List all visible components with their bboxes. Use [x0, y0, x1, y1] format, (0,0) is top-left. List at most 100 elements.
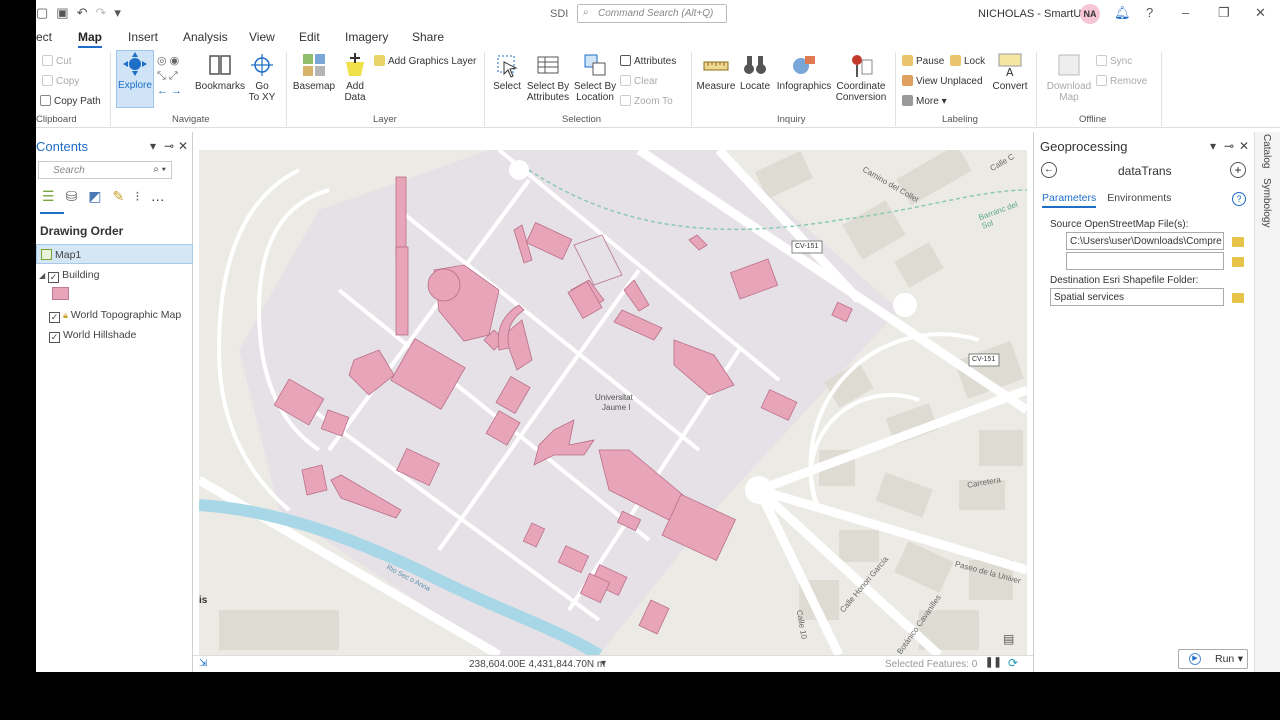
symbology-tab[interactable]: Symbology: [1261, 178, 1272, 227]
bookmarks-button[interactable]: Bookmarks: [194, 52, 246, 92]
view-unplaced-button[interactable]: View Unplaced: [902, 75, 983, 87]
tab-parameters[interactable]: Parameters: [1042, 192, 1097, 208]
pin-pane-icon[interactable]: ⊸: [1224, 139, 1234, 153]
chevron-down-icon[interactable]: ▾: [1238, 653, 1243, 665]
chevron-down-icon[interactable]: ▾: [601, 658, 606, 669]
select-button[interactable]: Select: [490, 52, 524, 92]
help-icon[interactable]: ?: [1146, 5, 1153, 20]
basemap-button[interactable]: Basemap: [292, 52, 336, 92]
visibility-checkbox[interactable]: ✓: [49, 332, 60, 343]
tab-imagery[interactable]: Imagery: [345, 30, 388, 44]
pin-pane-icon[interactable]: ⊸: [164, 139, 174, 153]
list-by-source-icon[interactable]: ⛁: [66, 188, 78, 205]
basemap-gallery-icon[interactable]: ▤: [1003, 632, 1014, 646]
list-by-editing-icon[interactable]: ✎: [113, 188, 125, 205]
more-labeling-button[interactable]: More ▾: [902, 95, 947, 107]
pause-labeling-button[interactable]: Pause: [902, 55, 944, 67]
toc-layer-building[interactable]: ◢ ✓ Building: [36, 265, 193, 285]
tab-edit[interactable]: Edit: [299, 30, 320, 44]
run-button[interactable]: ▶ Run ▾: [1178, 649, 1248, 669]
destination-folder-input[interactable]: Spatial services: [1050, 288, 1224, 306]
minimize-icon[interactable]: –: [1182, 5, 1189, 20]
lock-labels-button[interactable]: Lock: [950, 55, 985, 67]
copy-button[interactable]: Copy: [42, 75, 79, 87]
source-osm-file-input-empty[interactable]: [1066, 252, 1224, 270]
copy-label: Copy: [56, 76, 80, 87]
catalog-tab[interactable]: Catalog: [1261, 134, 1272, 168]
measure-button[interactable]: Measure: [696, 52, 736, 92]
list-by-selection-icon[interactable]: ◩: [88, 188, 101, 205]
coordinate-conversion-button[interactable]: Coordinate Conversion: [833, 52, 889, 103]
building-symbol-swatch[interactable]: [52, 287, 69, 300]
remove-button[interactable]: Remove: [1096, 75, 1147, 87]
tab-environments[interactable]: Environments: [1107, 192, 1171, 204]
tab-insert[interactable]: Insert: [128, 30, 158, 44]
toc-layer-world-hillshade[interactable]: ✓ World Hillshade: [36, 325, 193, 345]
convert-labels-button[interactable]: A Convert: [990, 52, 1030, 92]
source-osm-file-input[interactable]: C:\Users\user\Downloads\Compre: [1066, 232, 1224, 250]
download-map-button[interactable]: Download Map: [1040, 52, 1098, 103]
signed-in-user[interactable]: NICHOLAS - SmartUJI: [978, 8, 1090, 20]
save-icon[interactable]: ▣: [56, 5, 68, 21]
notifications-icon[interactable]: 🔔︎: [1114, 5, 1131, 21]
close-pane-icon[interactable]: ✕: [1239, 139, 1249, 153]
tab-analysis[interactable]: Analysis: [183, 30, 228, 44]
redo-icon[interactable]: ↷: [96, 5, 107, 21]
refresh-icon[interactable]: ⟳: [1008, 656, 1018, 670]
explore-label: Explore: [118, 80, 152, 91]
add-data-button[interactable]: Add Data: [337, 52, 373, 103]
navigate-small-tools[interactable]: ◎ ◉ ⤡ ⤢ ← →: [157, 54, 193, 104]
tab-share[interactable]: Share: [412, 30, 444, 44]
back-arrow-icon[interactable]: ←: [1041, 162, 1057, 178]
pane-menu-icon[interactable]: ▾: [150, 139, 156, 153]
tool-name: dataTrans: [1118, 164, 1172, 178]
help-icon[interactable]: ?: [1232, 192, 1246, 206]
divider: [895, 52, 896, 126]
pause-drawing-icon[interactable]: ❚❚: [985, 657, 1002, 668]
toc-map-item[interactable]: Map1: [36, 244, 193, 264]
close-icon[interactable]: ✕: [1255, 5, 1266, 21]
sync-button[interactable]: Sync: [1096, 55, 1132, 67]
avatar[interactable]: NA: [1080, 4, 1100, 24]
coordinates-readout[interactable]: 238,604.00E 4,431,844.70N m: [469, 659, 605, 670]
clear-selection-button[interactable]: Clear: [620, 75, 658, 87]
add-graphics-layer-button[interactable]: Add Graphics Layer: [374, 55, 476, 67]
attributes-button[interactable]: Attributes: [620, 55, 676, 67]
customize-icon[interactable]: ▾: [114, 5, 121, 21]
restore-icon[interactable]: ❐: [1218, 5, 1230, 21]
pane-menu-icon[interactable]: ▾: [1210, 139, 1216, 153]
folder-icon[interactable]: [1232, 293, 1244, 303]
infographics-button[interactable]: Infographics: [775, 52, 833, 92]
more-options-icon[interactable]: …: [151, 188, 165, 205]
cut-button[interactable]: Cut: [42, 55, 72, 67]
map-view[interactable]: Universitat Jaume I CV-151 CV-151 Camino…: [199, 150, 1027, 655]
tab-project[interactable]: ect: [36, 30, 52, 44]
tab-map[interactable]: Map: [78, 30, 102, 49]
contents-search-input[interactable]: Search ⌕ ▾: [38, 161, 172, 179]
go-to-xy-button[interactable]: Go To XY: [246, 52, 278, 103]
tab-view[interactable]: View: [249, 30, 275, 44]
close-pane-icon[interactable]: ✕: [178, 139, 188, 153]
group-label-selection: Selection: [562, 114, 602, 125]
folder-icon[interactable]: [1232, 237, 1244, 247]
copy-path-button[interactable]: Copy Path: [40, 95, 101, 107]
copy-path-label: Copy Path: [54, 96, 101, 107]
command-search-input[interactable]: ⌕ Command Search (Alt+Q): [577, 4, 727, 23]
undo-icon[interactable]: ↶: [77, 5, 88, 21]
collapse-icon[interactable]: ◢: [39, 271, 45, 280]
zoom-to-selection-button[interactable]: Zoom To: [620, 95, 673, 107]
toc-layer-world-topographic-map[interactable]: ✓ 🔒︎ World Topographic Map: [36, 305, 193, 325]
scale-toggle-icon[interactable]: ⇲: [199, 658, 207, 669]
open-project-icon[interactable]: ▢: [36, 5, 48, 21]
visibility-checkbox[interactable]: ✓: [49, 312, 60, 323]
locate-button[interactable]: Locate: [736, 52, 774, 92]
select-by-location-button[interactable]: Select By Location: [572, 52, 618, 103]
visibility-checkbox[interactable]: ✓: [48, 272, 60, 283]
drawing-order-heading: Drawing Order: [40, 224, 124, 238]
explore-button[interactable]: Explore: [116, 50, 154, 108]
folder-icon[interactable]: [1232, 257, 1244, 267]
list-by-drawing-order-icon[interactable]: ☰: [40, 188, 64, 214]
select-by-attributes-button[interactable]: Select By Attributes: [524, 52, 572, 103]
list-by-snapping-icon[interactable]: ⁝: [135, 188, 139, 205]
add-icon[interactable]: +: [1230, 162, 1246, 178]
